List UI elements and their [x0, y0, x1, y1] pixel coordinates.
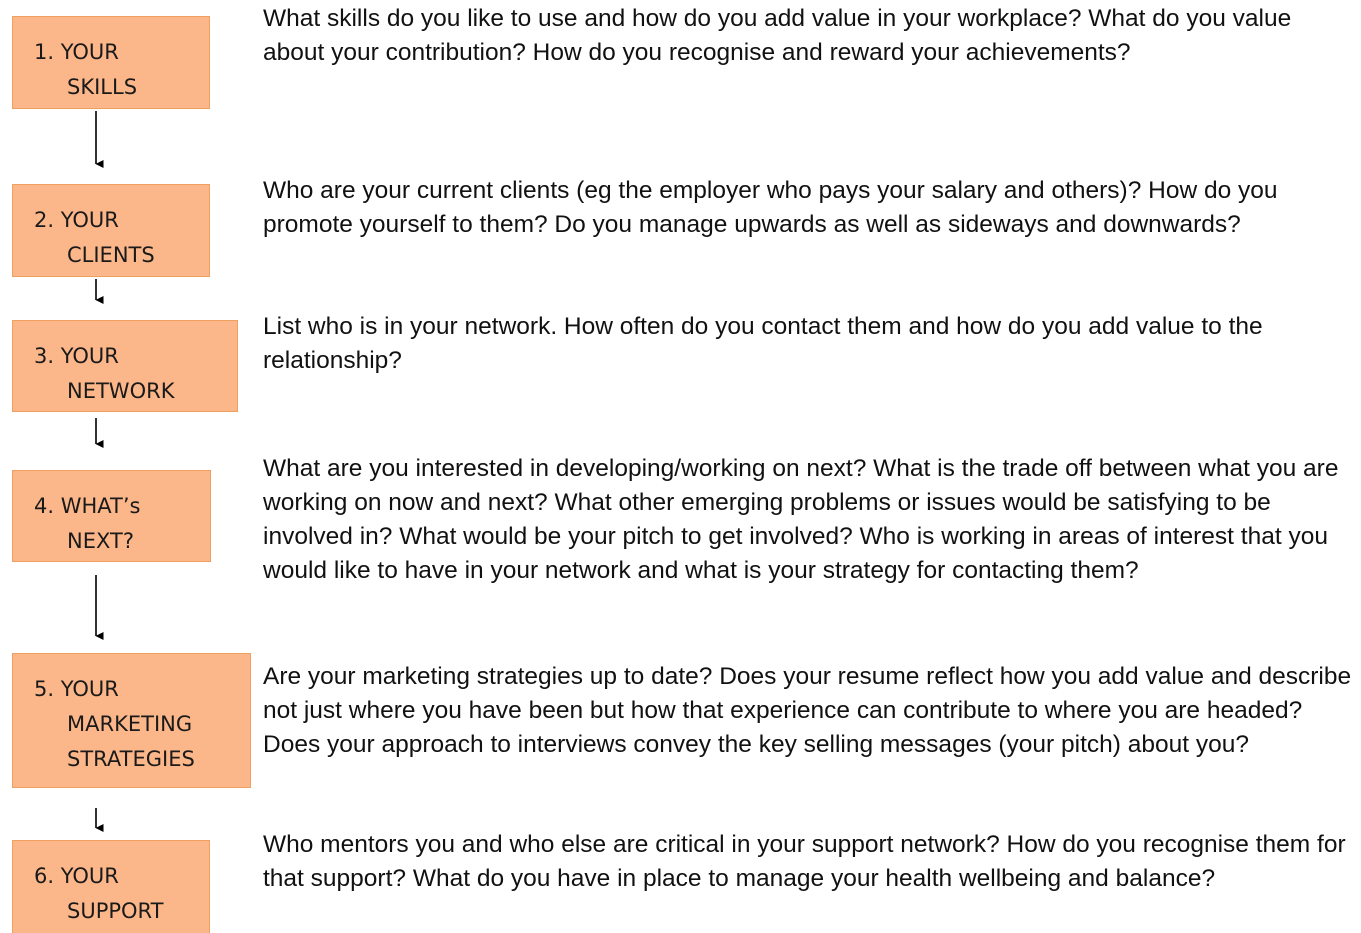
flow-arrows	[95, 111, 104, 832]
